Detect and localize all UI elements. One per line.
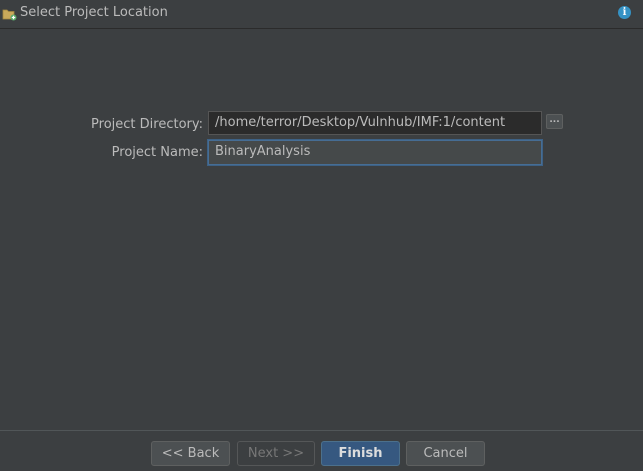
dialog-header: Select Project Location i bbox=[0, 0, 643, 29]
project-name-label: Project Name: bbox=[111, 145, 203, 160]
project-directory-label: Project Directory: bbox=[91, 117, 203, 132]
project-name-field[interactable]: BinaryAnalysis bbox=[208, 140, 542, 165]
dialog-title: Select Project Location bbox=[20, 5, 168, 20]
next-button[interactable]: Next >> bbox=[237, 441, 315, 466]
project-directory-field[interactable]: /home/terror/Desktop/Vulnhub/IMF:1/conte… bbox=[208, 111, 542, 135]
info-icon[interactable]: i bbox=[618, 6, 631, 19]
back-button[interactable]: << Back bbox=[151, 441, 230, 466]
select-project-location-dialog: Select Project Location i Project Direct… bbox=[0, 0, 643, 471]
finish-button[interactable]: Finish bbox=[321, 441, 400, 466]
browse-button[interactable]: ... bbox=[546, 114, 563, 129]
folder-new-icon bbox=[2, 6, 17, 21]
cancel-button[interactable]: Cancel bbox=[406, 441, 485, 466]
